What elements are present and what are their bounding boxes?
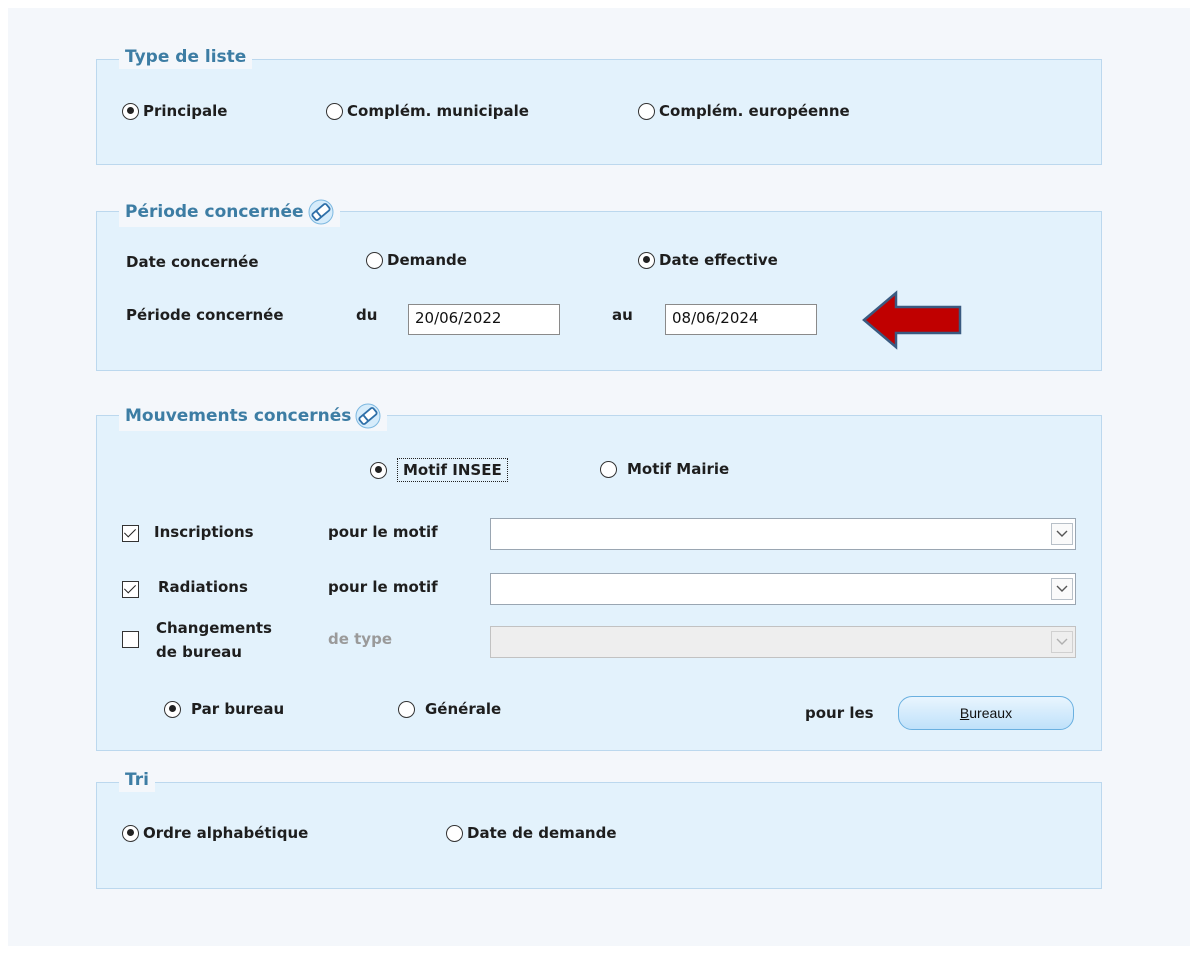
checkbox-changements-bureau[interactable] [122,630,139,648]
changements-type-dropdown [490,626,1076,658]
date-au-field[interactable]: 08/06/2024 [665,304,817,335]
radio-motif-mairie[interactable]: Motif Mairie [600,460,729,478]
inscriptions-motif-label: pour le motif [328,523,438,541]
checkbox-indicator [122,581,139,598]
au-label: au [612,306,633,324]
radiations-motif-label: pour le motif [328,578,438,596]
radio-indicator [370,461,387,479]
group-legend: Mouvements concernés [119,401,388,431]
radio-indicator [398,700,415,718]
radio-indicator [638,251,655,269]
changements-label: Changements de bureau [156,619,272,661]
chevron-down-icon [1051,631,1073,653]
radio-indicator [122,102,139,120]
radio-indicator [638,102,655,120]
radio-par-bureau[interactable]: Par bureau [164,700,284,718]
group-legend: Période concernée [119,197,340,227]
radio-complem-europeenne[interactable]: Complém. européenne [638,102,850,120]
periode-concernee-label: Période concernée [126,306,284,324]
group-legend: Tri [119,768,155,792]
checkbox-indicator [122,631,139,648]
du-label: du [356,306,378,324]
radio-complem-municipale[interactable]: Complém. municipale [326,102,529,120]
inscriptions-label: Inscriptions [154,523,254,541]
chevron-down-icon[interactable] [1051,578,1073,600]
group-type-liste: Type de liste [96,45,1102,165]
radiations-label: Radiations [158,578,248,596]
checkbox-radiations[interactable] [122,580,139,598]
radio-principale[interactable]: Principale [122,102,227,120]
radio-indicator [446,824,463,842]
checkbox-indicator [122,525,139,542]
radio-indicator [164,700,181,718]
checkbox-inscriptions[interactable] [122,524,139,542]
chevron-down-icon[interactable] [1051,523,1073,545]
inscriptions-motif-dropdown[interactable] [490,518,1076,550]
radio-motif-insee[interactable]: Motif INSEE [370,458,508,482]
eraser-icon[interactable] [355,403,381,429]
radio-date-effective[interactable]: Date effective [638,251,778,269]
group-legend: Type de liste [119,45,253,69]
date-du-field[interactable]: 20/06/2022 [408,304,560,335]
changements-type-label: de type [328,630,392,648]
radio-date-de-demande[interactable]: Date de demande [446,824,617,842]
radio-ordre-alphabetique[interactable]: Ordre alphabétique [122,824,308,842]
radio-generale[interactable]: Générale [398,700,501,718]
radio-indicator [326,102,343,120]
radiations-motif-dropdown[interactable] [490,573,1076,605]
eraser-icon[interactable] [308,199,334,225]
radio-indicator [366,251,383,269]
arrow-left-icon [862,290,962,350]
radio-demande[interactable]: Demande [366,251,467,269]
bureaux-button[interactable]: Bureaux [898,696,1074,730]
radio-indicator [600,460,617,478]
radio-indicator [122,824,139,842]
date-concernee-label: Date concernée [126,253,259,271]
pour-les-label: pour les [805,704,874,722]
